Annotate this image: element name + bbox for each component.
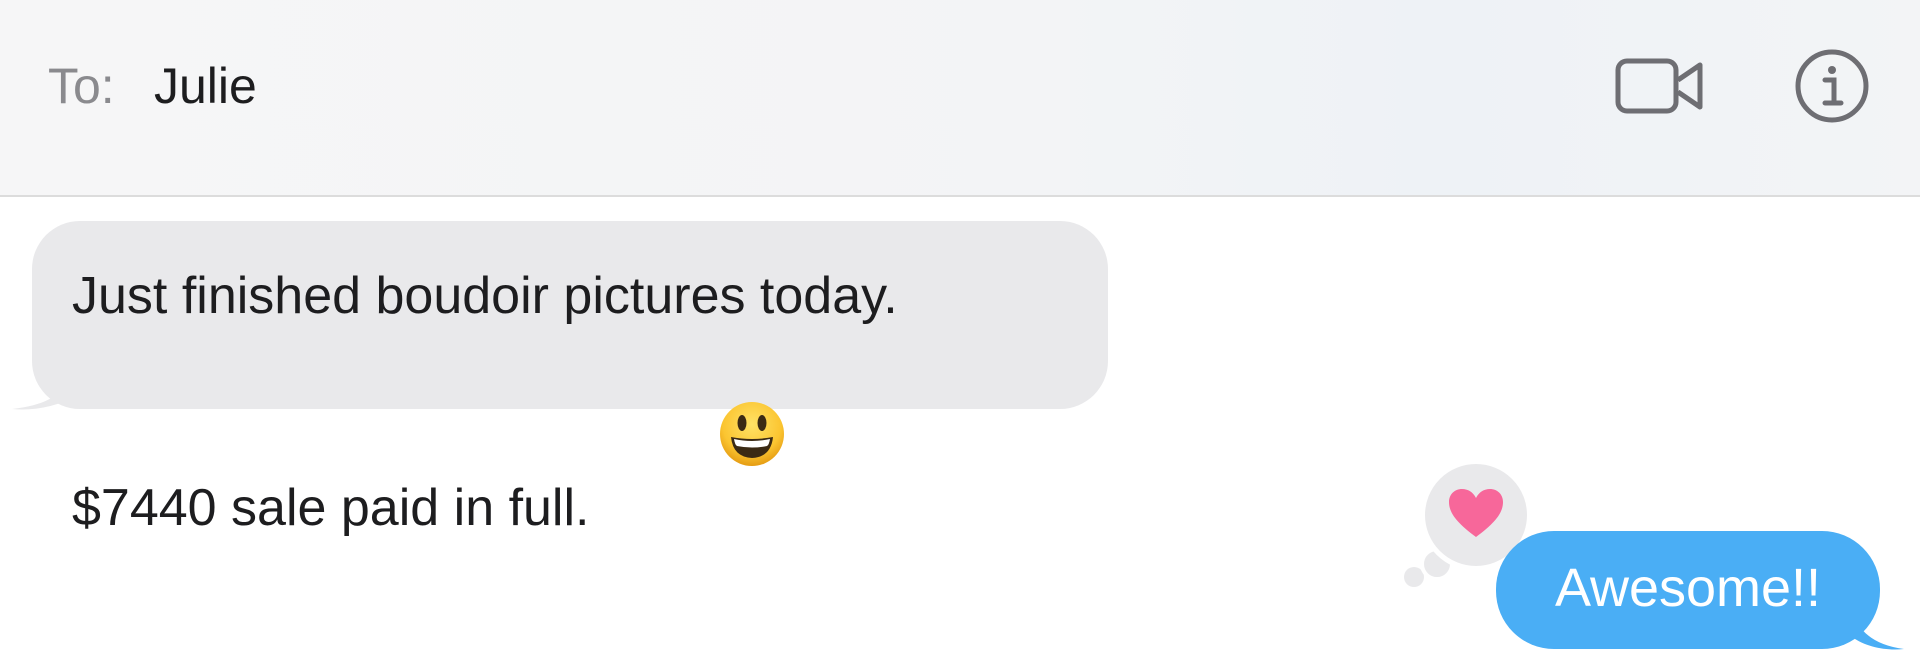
message-text-line-2: $7440 sale paid in full. <box>72 479 590 537</box>
message-transcript[interactable]: Just finished boudoir pictures today. $7… <box>0 197 1920 665</box>
incoming-message-bubble[interactable]: Just finished boudoir pictures today. $7… <box>32 221 1108 537</box>
to-label: To: <box>48 58 115 114</box>
recipient-name[interactable]: Julie <box>154 56 257 116</box>
message-text-line-1: Just finished boudoir pictures today. <box>72 267 898 325</box>
grinning-face-emoji-icon <box>604 331 785 466</box>
outgoing-message-bubble[interactable]: Awesome!! <box>1496 531 1880 649</box>
conversation-header: To: Julie <box>0 0 1920 197</box>
message-text: Awesome!! <box>1554 558 1822 618</box>
heart-icon <box>1447 487 1505 544</box>
video-camera-icon[interactable] <box>1614 56 1706 116</box>
info-circle-icon[interactable] <box>1794 48 1870 124</box>
